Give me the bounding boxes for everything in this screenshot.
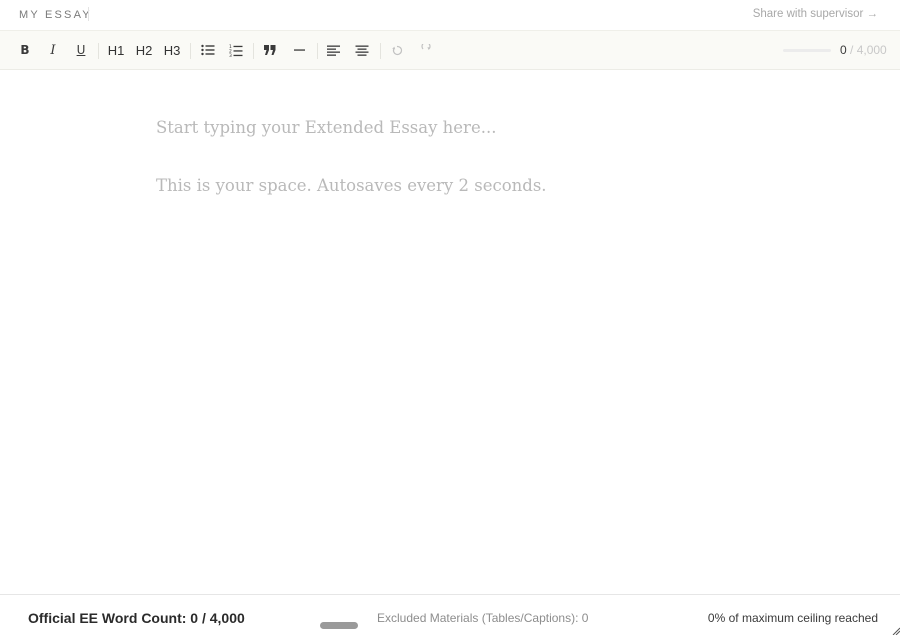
heading2-button[interactable]: H2	[134, 39, 154, 61]
horizontal-rule-icon	[293, 49, 305, 51]
word-count-max: / 4,000	[846, 43, 887, 57]
blockquote-button[interactable]	[262, 39, 278, 61]
header-divider	[88, 7, 89, 21]
excluded-materials-count: Excluded Materials (Tables/Captions): 0	[377, 611, 589, 625]
toolbar-divider	[317, 43, 318, 59]
share-with-supervisor-link[interactable]: Share with supervisor →	[753, 8, 878, 20]
align-center-icon	[355, 45, 369, 56]
heading3-button[interactable]: H3	[162, 39, 182, 61]
heading1-button[interactable]: H1	[106, 39, 126, 61]
horizontal-rule-button[interactable]	[291, 39, 307, 61]
italic-button[interactable]: I	[46, 39, 60, 61]
formatting-toolbar: B I U H1 H2 H3 1 2 3 0 / 4,000	[0, 30, 900, 70]
word-count-current: 0	[840, 43, 847, 57]
undo-button[interactable]	[389, 39, 405, 61]
essay-editor[interactable]: Start typing your Extended Essay here...…	[0, 70, 900, 594]
resize-grip-icon[interactable]	[892, 627, 900, 635]
quote-icon	[264, 45, 276, 55]
align-left-icon	[327, 45, 340, 56]
official-word-count: Official EE Word Count: 0 / 4,000	[28, 610, 245, 626]
redo-icon	[421, 44, 431, 50]
panel-resize-handle[interactable]	[320, 622, 358, 629]
status-footer: Official EE Word Count: 0 / 4,000 Exclud…	[0, 594, 900, 635]
toolbar-divider	[380, 43, 381, 59]
toolbar-divider	[253, 43, 254, 59]
bullet-list-button[interactable]	[200, 39, 216, 61]
toolbar-word-count: 0 / 4,000	[840, 43, 887, 57]
ceiling-percentage: 0% of maximum ceiling reached	[707, 611, 878, 625]
redo-button[interactable]	[418, 39, 434, 61]
toolbar-divider	[98, 43, 99, 59]
bold-button[interactable]: B	[18, 39, 32, 61]
editor-placeholder-primary: Start typing your Extended Essay here...	[156, 118, 497, 137]
app-header: MY ESSAY Share with supervisor →	[0, 0, 900, 30]
underline-button[interactable]: U	[74, 39, 88, 61]
undo-icon	[392, 45, 403, 56]
align-left-button[interactable]	[326, 39, 342, 61]
bullet-list-icon	[201, 44, 215, 56]
svg-text:3: 3	[229, 53, 232, 57]
brand-title: MY ESSAY	[19, 9, 92, 21]
numbered-list-icon: 1 2 3	[229, 44, 243, 57]
editor-placeholder-secondary: This is your space. Autosaves every 2 se…	[156, 176, 547, 195]
word-count-progress-bar	[783, 49, 831, 52]
align-center-button[interactable]	[354, 39, 370, 61]
toolbar-divider	[190, 43, 191, 59]
numbered-list-button[interactable]: 1 2 3	[228, 39, 244, 61]
